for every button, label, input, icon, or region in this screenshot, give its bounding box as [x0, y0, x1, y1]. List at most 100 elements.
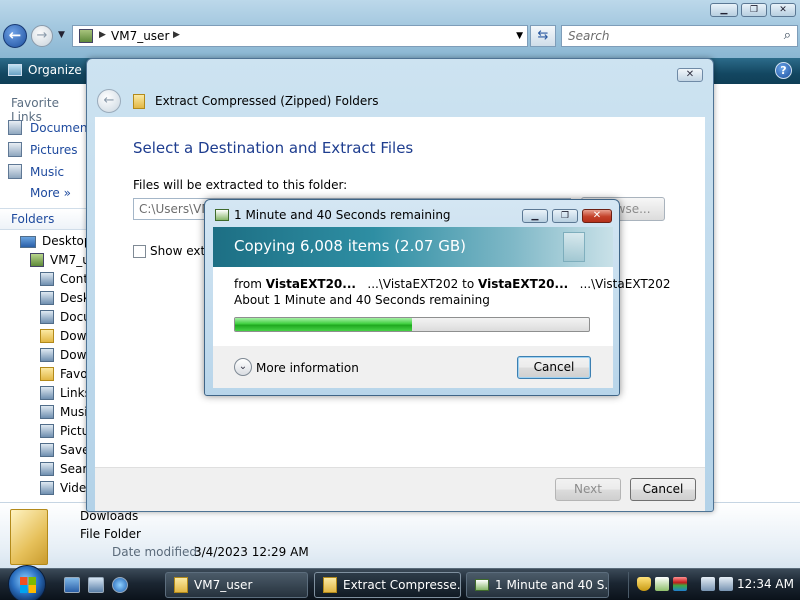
tree-item-downloads[interactable]: Downloads [40, 348, 87, 362]
security-shield-icon[interactable] [637, 577, 651, 591]
folder-icon [10, 509, 48, 565]
switch-windows-icon[interactable] [88, 577, 104, 593]
pictures-icon [8, 142, 22, 157]
maximize-button[interactable]: ❐ [741, 3, 767, 17]
copy-footer: ⌄ More information Cancel [213, 346, 613, 388]
organize-button[interactable]: Organize [8, 63, 82, 77]
details-type: File Folder [80, 527, 141, 541]
copy-progress-dialog: 1 Minute and 40 Seconds remaining ▁ ❐ ✕ … [204, 199, 671, 396]
windows-flag-icon[interactable] [673, 577, 687, 591]
minimize-button[interactable]: ▁ [522, 209, 548, 223]
tree-item-desktop-folder[interactable]: Desktop [40, 291, 87, 305]
minimize-button[interactable]: ▁ [710, 3, 738, 17]
wizard-close-button[interactable]: ✕ [677, 68, 703, 82]
search-input[interactable]: Search ⌕ [561, 25, 798, 47]
documents-icon [563, 232, 585, 262]
tree-item-pictures[interactable]: Pictures [40, 424, 87, 438]
maximize-button[interactable]: ❐ [552, 209, 578, 223]
desktop-folder-icon [40, 291, 54, 305]
back-button[interactable]: ← [3, 24, 27, 48]
source-name[interactable]: VistaEXT20... [266, 277, 356, 291]
next-button[interactable]: Next [555, 478, 621, 501]
organize-icon [8, 64, 22, 76]
tree-item-user[interactable]: VM7_user [30, 253, 87, 267]
search-icon[interactable]: ⌕ [784, 28, 791, 43]
copy-source-destination: from VistaEXT20... ...\VistaEXT202 to Vi… [234, 277, 671, 291]
close-button[interactable]: ✕ [582, 209, 612, 223]
wizard-heading: Select a Destination and Extract Files [133, 139, 414, 157]
taskbar-item-extract[interactable]: Extract Compresse... [314, 572, 461, 598]
documents-icon [8, 120, 22, 135]
show-extracted-checkbox[interactable] [133, 245, 146, 258]
more-information-toggle[interactable]: More information [256, 361, 359, 375]
copy-icon [215, 209, 229, 221]
destination-name[interactable]: VistaEXT20... [478, 277, 568, 291]
wizard-description: Files will be extracted to this folder: [133, 178, 348, 192]
tree-item-videos[interactable]: Videos [40, 481, 87, 495]
chevron-right-icon[interactable]: ▶ [99, 30, 106, 40]
recent-pages-dropdown-icon[interactable]: ▼ [58, 30, 65, 40]
copy-summary: Copying 6,008 items (2.07 GB) [234, 237, 466, 255]
forward-button[interactable]: → [31, 25, 53, 47]
progress-bar [234, 317, 590, 332]
favorite-link-pictures[interactable]: Pictures [8, 142, 78, 157]
folders-header[interactable]: Folders [0, 208, 87, 230]
favorite-link-music[interactable]: Music [8, 164, 64, 179]
wizard-title: Extract Compressed (Zipped) Folders [155, 94, 379, 108]
explorer-address-bar: ▁ ❐ ✕ ← → ▼ ▶ VM7_user ▶ ▼ ⇆ Search ⌕ [0, 0, 800, 58]
downloads-icon [40, 348, 54, 362]
searches-icon [40, 462, 54, 476]
favorites-icon [40, 367, 54, 381]
tree-item-dowloads[interactable]: Downloads [40, 329, 87, 343]
chevron-right-icon[interactable]: ▶ [173, 30, 180, 40]
tree-item-saved-games[interactable]: Saved Games [40, 443, 87, 457]
help-button[interactable]: ? [775, 62, 792, 79]
breadcrumb-user[interactable]: VM7_user [111, 29, 169, 43]
pictures-icon [40, 424, 54, 438]
tree-item-contacts[interactable]: Contacts [40, 272, 87, 286]
refresh-button[interactable]: ⇆ [530, 25, 556, 47]
favorite-link-documents[interactable]: Documents [8, 120, 87, 135]
internet-explorer-icon[interactable] [112, 577, 128, 593]
folder-icon [40, 329, 54, 343]
address-field[interactable]: ▶ VM7_user ▶ ▼ [72, 25, 528, 47]
volume-muted-icon[interactable] [719, 577, 733, 591]
saved-games-icon [40, 443, 54, 457]
navigation-pane: Favorite Links Documents Pictures Music … [0, 84, 88, 502]
taskbar-item-explorer[interactable]: VM7_user [165, 572, 308, 598]
network-icon[interactable] [701, 577, 715, 591]
copy-body: from VistaEXT20... ...\VistaEXT202 to Vi… [213, 267, 671, 346]
address-dropdown-icon[interactable]: ▼ [516, 31, 523, 41]
start-button[interactable] [8, 565, 46, 600]
tree-item-desktop[interactable]: Desktop [20, 234, 87, 248]
close-button[interactable]: ✕ [770, 3, 796, 17]
desktop-icon [20, 236, 36, 248]
music-icon [40, 405, 54, 419]
details-modified-label: Date modified: [112, 545, 202, 559]
user-folder-icon [30, 253, 44, 267]
tree-item-searches[interactable]: Searches [40, 462, 87, 476]
zip-folder-icon [133, 94, 145, 109]
tree-item-documents[interactable]: Documents [40, 310, 87, 324]
chevron-down-icon[interactable]: ⌄ [234, 358, 252, 376]
copy-status-icon[interactable] [655, 577, 669, 591]
taskbar-clock[interactable]: 12:34 AM [737, 577, 794, 591]
show-desktop-icon[interactable] [64, 577, 80, 593]
links-icon [40, 386, 54, 400]
copy-cancel-button[interactable]: Cancel [517, 356, 591, 379]
favorite-link-more[interactable]: More » [30, 186, 71, 200]
tree-item-music[interactable]: Music [40, 405, 87, 419]
user-folder-icon [79, 29, 93, 43]
wizard-back-button[interactable]: ← [97, 89, 121, 113]
system-tray: 12:34 AM [628, 572, 798, 598]
folder-icon [174, 577, 188, 593]
taskbar-item-copy[interactable]: 1 Minute and 40 S... [466, 572, 609, 598]
tree-item-favorites[interactable]: Favorites [40, 367, 87, 381]
zip-folder-icon [323, 577, 337, 593]
source-path: ...\VistaEXT202 [367, 277, 459, 291]
copy-banner: Copying 6,008 items (2.07 GB) [213, 227, 613, 267]
taskbar: VM7_user Extract Compresse... 1 Minute a… [0, 565, 800, 600]
wizard-cancel-button[interactable]: Cancel [630, 478, 696, 501]
wizard-footer: Next Cancel [95, 467, 705, 511]
tree-item-links[interactable]: Links [40, 386, 87, 400]
